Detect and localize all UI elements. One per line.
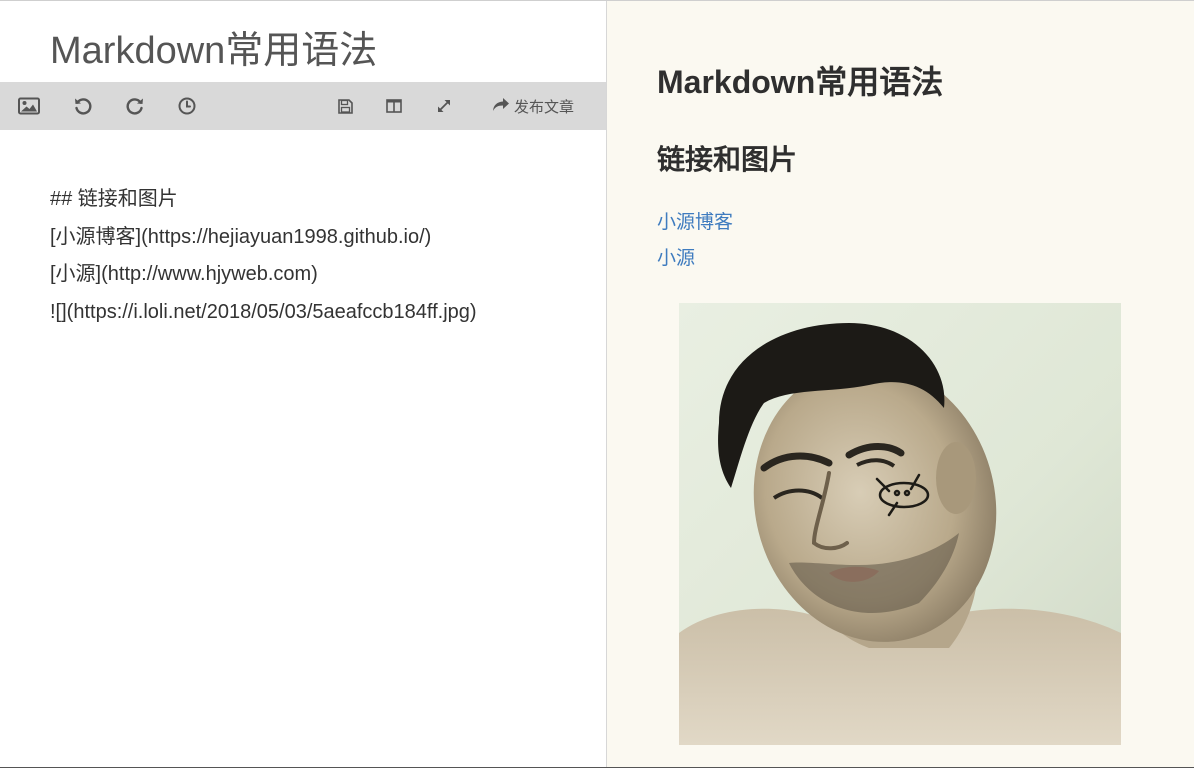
undo-icon: [73, 96, 93, 116]
save-button[interactable]: [336, 82, 354, 130]
history-button[interactable]: [177, 82, 197, 130]
expand-icon: [437, 99, 451, 113]
article-title-input[interactable]: Markdown常用语法: [50, 27, 590, 75]
preview-heading-1: Markdown常用语法: [657, 64, 944, 100]
editor-line: [小源博客](https://hejiayuan1998.github.io/): [50, 225, 432, 248]
markdown-editor-app: Markdown常用语法 发布文章 ## 链接和图片 [小源博客](https:…: [0, 0, 1194, 768]
preview-pane: Markdown常用语法 链接和图片 小源博客 小源: [606, 1, 1194, 767]
editor-line: [小源](http://www.hjyweb.com): [50, 263, 318, 285]
preview-links: 小源博客 小源: [657, 205, 733, 277]
clock-icon: [178, 97, 196, 115]
redo-icon: [125, 96, 145, 116]
preview-link-site[interactable]: 小源: [657, 241, 733, 277]
save-icon: [337, 98, 353, 114]
publish-button[interactable]: 发布文章: [492, 82, 574, 130]
preview-image: [679, 303, 1121, 745]
preview-link-blog[interactable]: 小源博客: [657, 205, 733, 241]
portrait-photo: [679, 303, 1121, 745]
editor-toolbar: 发布文章: [0, 82, 606, 130]
redo-button[interactable]: [124, 82, 146, 130]
split-view-button[interactable]: [385, 82, 403, 130]
image-icon: [18, 97, 40, 115]
editor-pane: Markdown常用语法 发布文章 ## 链接和图片 [小源博客](https:…: [0, 1, 606, 767]
insert-image-button[interactable]: [16, 82, 42, 130]
share-arrow-icon: [492, 97, 514, 116]
undo-button[interactable]: [72, 82, 94, 130]
preview-heading-2: 链接和图片: [657, 144, 798, 175]
publish-label: 发布文章: [514, 98, 575, 116]
editor-line: ![](https://i.loli.net/2018/05/03/5aeafc…: [50, 300, 477, 323]
editor-line: ## 链接和图片: [50, 188, 178, 210]
columns-icon: [386, 99, 402, 113]
markdown-textarea[interactable]: ## 链接和图片 [小源博客](https://hejiayuan1998.gi…: [50, 181, 580, 331]
fullscreen-button[interactable]: [436, 82, 452, 130]
